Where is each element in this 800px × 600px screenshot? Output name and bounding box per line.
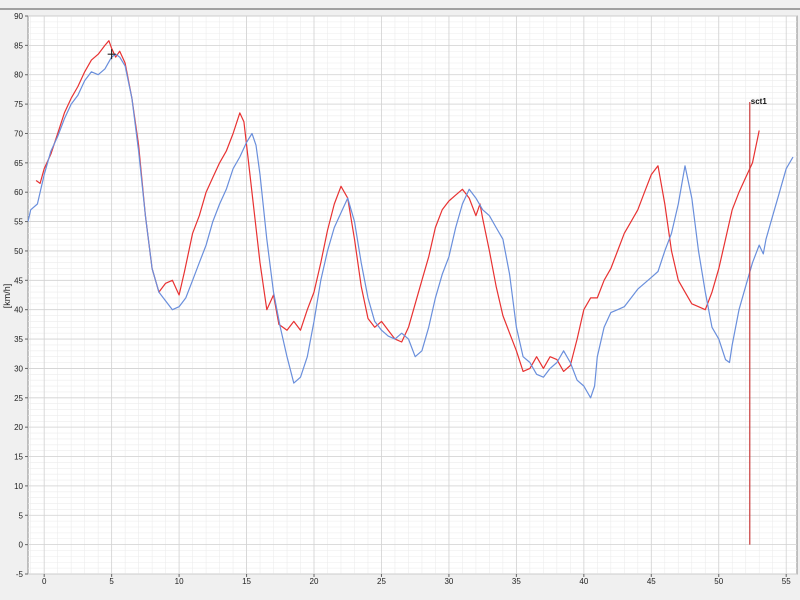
y-tick-label: 25 xyxy=(14,394,23,403)
plot-area[interactable] xyxy=(27,15,798,575)
y-tick-label: 85 xyxy=(14,41,23,50)
y-tick-label: 60 xyxy=(14,188,23,197)
line-chart[interactable]: sct1 -5051015202530354045505560657075808… xyxy=(0,0,800,600)
y-tick-label: 35 xyxy=(14,335,23,344)
x-tick-label: 35 xyxy=(512,577,521,586)
y-tick-label: 10 xyxy=(14,482,23,491)
x-tick-label: 15 xyxy=(242,577,251,586)
y-tick-label: 80 xyxy=(14,71,23,80)
y-tick-label: 45 xyxy=(14,276,23,285)
x-tick-label: 5 xyxy=(109,577,114,586)
y-tick-label: 75 xyxy=(14,100,23,109)
x-tick-label: 45 xyxy=(647,577,656,586)
y-tick-label: 0 xyxy=(19,541,24,550)
y-tick-label: 15 xyxy=(14,453,23,462)
y-tick-label: 40 xyxy=(14,306,23,315)
y-axis-ticks: -5 0 5 10 15 20 25 30 35 40 45 50 55 60 65 70 75 80 85 90 xyxy=(14,12,28,579)
x-tick-label: 10 xyxy=(175,577,184,586)
x-tick-label: 50 xyxy=(714,577,723,586)
x-tick-label: 0 xyxy=(42,577,47,586)
y-tick-label: 70 xyxy=(14,129,23,138)
x-tick-label: 55 xyxy=(782,577,791,586)
y-tick-label: 90 xyxy=(14,12,23,21)
y-tick-label: 65 xyxy=(14,159,23,168)
x-tick-label: 30 xyxy=(444,577,453,586)
y-tick-label: 50 xyxy=(14,247,23,256)
y-tick-label: 55 xyxy=(14,218,23,227)
cursor-label: sct1 xyxy=(751,97,768,106)
y-tick-label: 20 xyxy=(14,423,23,432)
x-tick-label: 20 xyxy=(310,577,319,586)
chart-window: sct1 -5 0 5 10 15 20 25 30 35 40 45 50 55 60 65 70 75 80 8… xyxy=(0,0,800,600)
x-axis-ticks: 0 5 10 15 20 25 30 35 40 45 50 55 xyxy=(42,574,791,586)
y-tick-label: 5 xyxy=(19,511,24,520)
y-axis-label: [km/h] xyxy=(2,284,12,309)
y-tick-label: 30 xyxy=(14,364,23,373)
y-tick-label: -5 xyxy=(16,570,24,579)
x-tick-label: 25 xyxy=(377,577,386,586)
x-tick-label: 40 xyxy=(579,577,588,586)
